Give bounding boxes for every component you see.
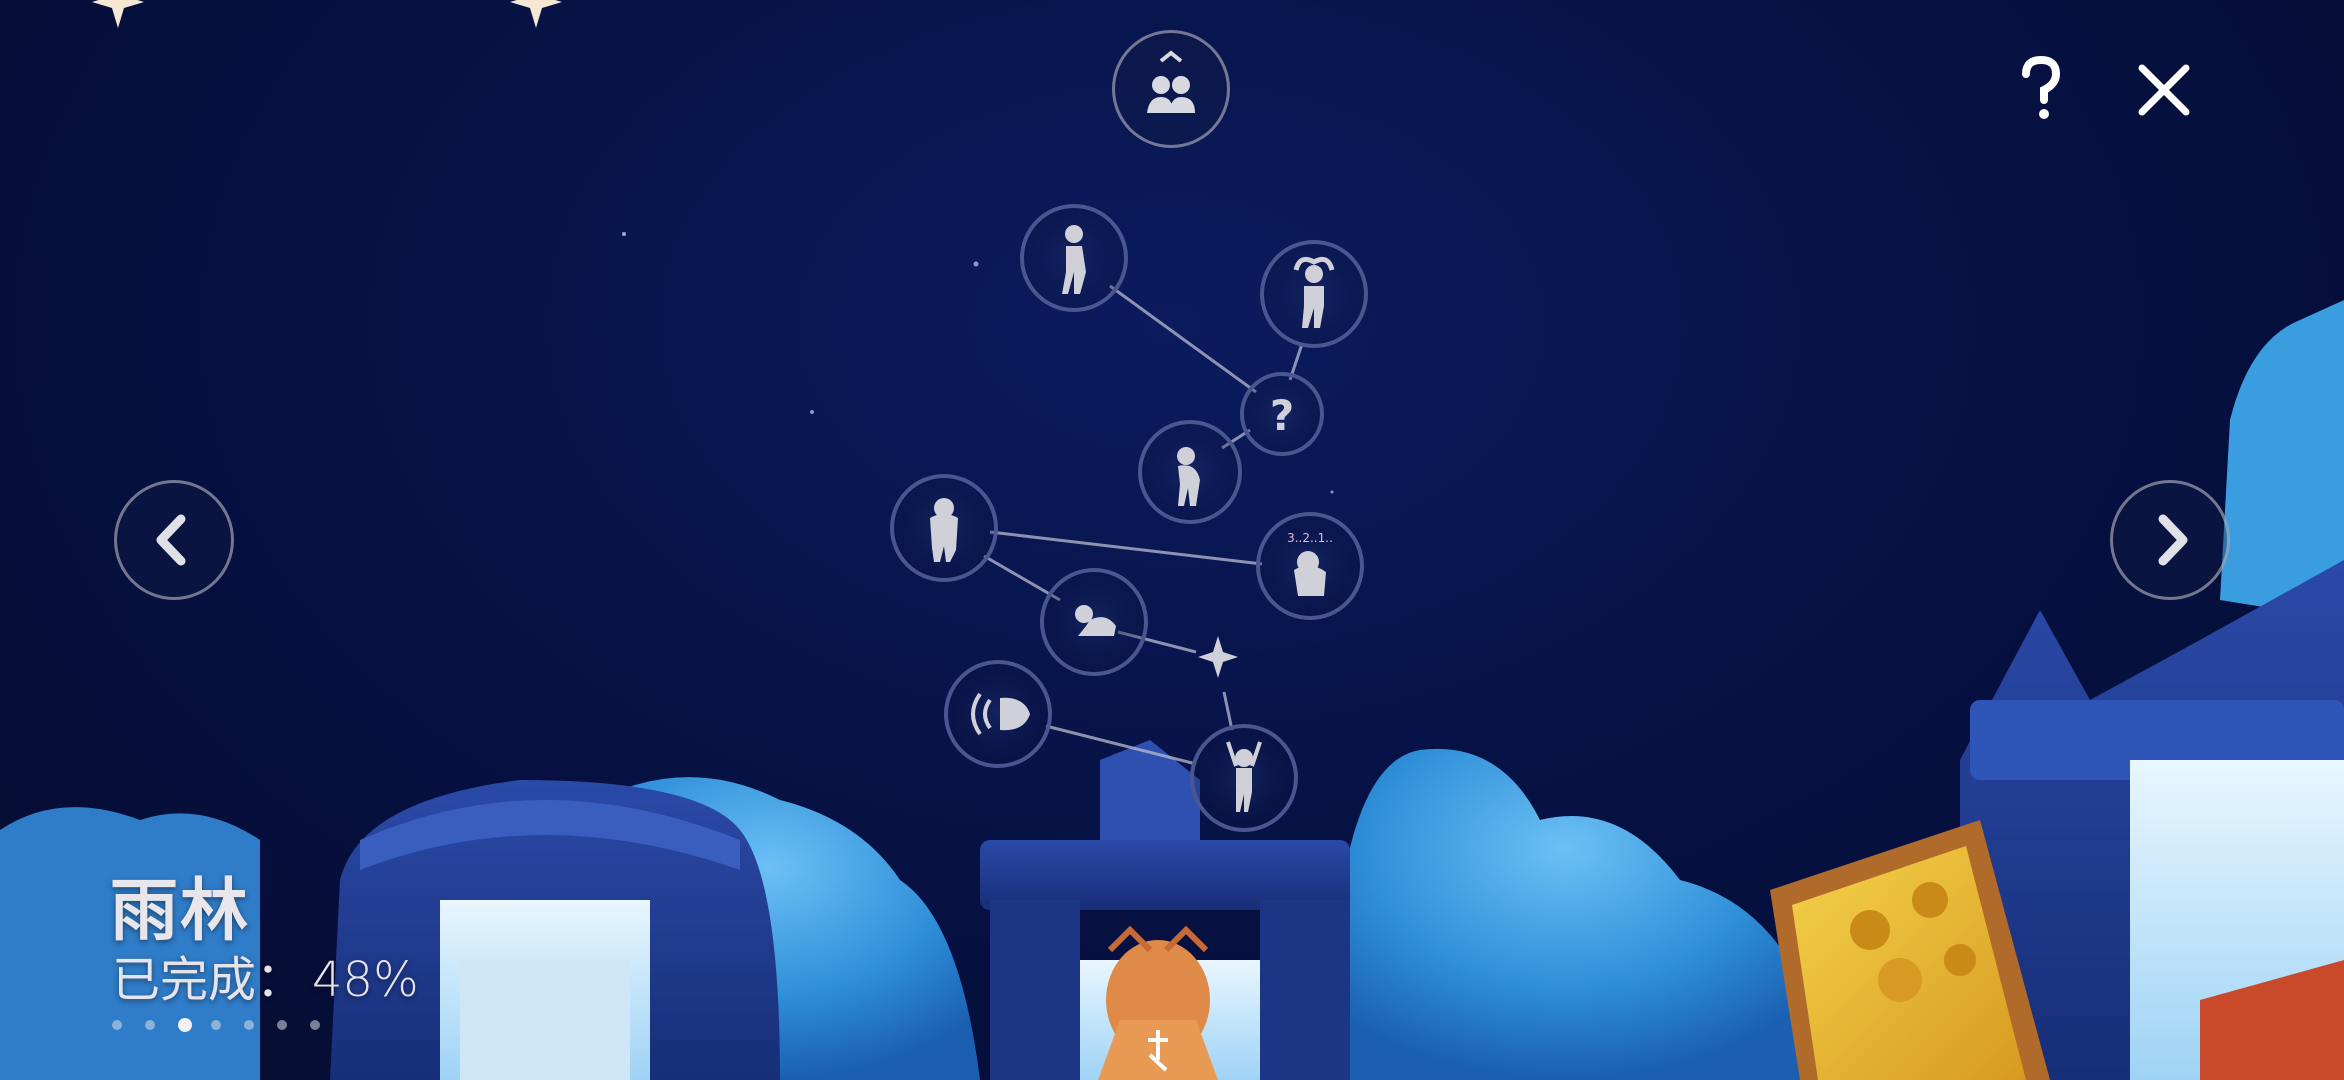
spirit-node-hands-on-head[interactable]	[1260, 240, 1368, 348]
spirit-node-shouting[interactable]	[944, 660, 1052, 768]
spirit-node-standing[interactable]	[1020, 204, 1128, 312]
page-dot-active	[178, 1018, 192, 1032]
sky-star	[973, 261, 979, 267]
close-icon	[2138, 64, 2190, 116]
close-button[interactable]	[2134, 60, 2194, 120]
previous-area-button[interactable]	[114, 480, 234, 600]
sky-star	[810, 410, 814, 414]
page-dot	[145, 1020, 155, 1030]
spirit-node-cheering[interactable]	[1190, 724, 1298, 832]
spirit-node-locked[interactable]: ?	[1240, 372, 1324, 456]
question-icon	[2022, 55, 2061, 119]
chevron-right-icon	[2158, 514, 2188, 566]
top-star-icon	[510, 0, 562, 28]
star-node[interactable]	[1198, 636, 1238, 678]
page-dot	[277, 1020, 287, 1030]
friends-button[interactable]	[1112, 30, 1230, 148]
progress-value: 48%	[312, 952, 419, 1008]
player-character	[1098, 925, 1218, 1080]
spirit-node-bowing[interactable]	[1040, 568, 1148, 676]
sky-star	[622, 232, 626, 236]
background-scene: ? 3..2..1..	[0, 0, 2344, 1080]
spirit-node-countdown[interactable]: 3..2..1..	[1256, 512, 1364, 620]
sky-star	[1330, 490, 1334, 494]
page-dot	[211, 1020, 221, 1030]
next-area-button[interactable]	[2110, 480, 2230, 600]
friends-icon	[1147, 50, 1195, 113]
game-screen: ? 3..2..1.. 雨林 已完成： 48%	[0, 0, 2344, 1080]
spirit-node-hunched[interactable]	[1138, 420, 1242, 524]
spirit-node-hooded[interactable]	[890, 474, 998, 582]
chevron-left-icon	[156, 514, 186, 566]
question-icon: ?	[1270, 391, 1294, 440]
top-star-icon	[92, 0, 144, 28]
page-dot	[112, 1020, 122, 1030]
cloud	[1330, 748, 1800, 1080]
countdown-label: 3..2..1..	[1287, 531, 1333, 545]
star-icon	[1198, 636, 1238, 678]
help-button[interactable]	[2010, 54, 2072, 124]
stone-arch-left	[330, 780, 780, 1080]
page-dot	[244, 1020, 254, 1030]
area-progress: 已完成： 48%	[112, 940, 419, 1010]
page-dot	[310, 1020, 320, 1030]
progress-label: 已完成：	[112, 952, 305, 1008]
